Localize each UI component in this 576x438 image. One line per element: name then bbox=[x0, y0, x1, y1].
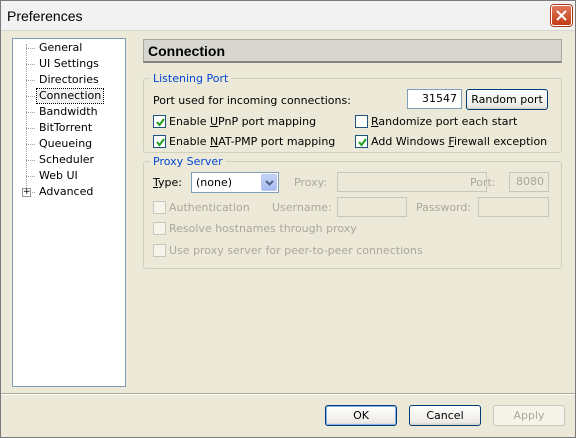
tree-branch bbox=[26, 128, 35, 129]
proxy-p2p-label: Use proxy server for peer-to-peer connec… bbox=[169, 244, 423, 257]
expand-advanced-icon[interactable]: + bbox=[22, 188, 31, 197]
sidebar-item-general[interactable]: General bbox=[37, 41, 84, 55]
natpmp-checkbox[interactable] bbox=[153, 135, 166, 148]
randomize-port-label[interactable]: Randomize port each start bbox=[371, 115, 517, 128]
sidebar-item-scheduler[interactable]: Scheduler bbox=[37, 153, 96, 167]
proxy-password-input[interactable] bbox=[478, 197, 549, 217]
footer-divider bbox=[1, 393, 575, 395]
proxy-type-value: (none) bbox=[196, 176, 233, 189]
listening-port-group: Listening Port Port used for incoming co… bbox=[143, 72, 562, 153]
close-button[interactable] bbox=[551, 5, 572, 26]
preferences-window: Preferences General UI Settings Director… bbox=[0, 0, 576, 438]
tree-branch bbox=[26, 80, 35, 81]
proxy-authentication-label: Authentication bbox=[169, 201, 250, 214]
upnp-checkbox[interactable] bbox=[153, 115, 166, 128]
page-title: Connection bbox=[148, 43, 225, 59]
proxy-password-label: Password: bbox=[416, 201, 472, 214]
sidebar-item-advanced[interactable]: Advanced bbox=[37, 185, 95, 199]
tree-branch bbox=[26, 96, 35, 97]
ok-button[interactable]: OK bbox=[325, 405, 397, 426]
proxy-p2p-checkbox[interactable] bbox=[153, 244, 166, 257]
tree-branch bbox=[26, 144, 35, 145]
proxy-server-group: Proxy Server Type: (none) Proxy: Port: 8… bbox=[143, 155, 562, 269]
sidebar-item-directories[interactable]: Directories bbox=[37, 73, 101, 87]
proxy-type-label: Type: bbox=[153, 176, 182, 189]
apply-button[interactable]: Apply bbox=[493, 405, 565, 426]
firewall-exception-label[interactable]: Add Windows Firewall exception bbox=[371, 135, 547, 148]
proxy-server-legend: Proxy Server bbox=[150, 155, 226, 168]
checkmark-icon bbox=[156, 138, 165, 147]
proxy-username-input[interactable] bbox=[337, 197, 407, 217]
resolve-hostnames-checkbox[interactable] bbox=[153, 222, 166, 235]
tree-guide-line bbox=[26, 44, 27, 194]
incoming-port-label: Port used for incoming connections: bbox=[153, 94, 351, 107]
checkmark-icon bbox=[156, 118, 165, 127]
sidebar-item-ui-settings[interactable]: UI Settings bbox=[37, 57, 101, 71]
incoming-port-input[interactable]: 31547 bbox=[407, 89, 462, 109]
tree-branch bbox=[26, 64, 35, 65]
randomize-port-checkbox[interactable] bbox=[355, 115, 368, 128]
proxy-port-label: Port: bbox=[470, 176, 496, 189]
proxy-host-input[interactable] bbox=[337, 172, 487, 192]
cancel-button[interactable]: Cancel bbox=[409, 405, 481, 426]
proxy-authentication-checkbox[interactable] bbox=[153, 201, 166, 214]
upnp-label[interactable]: Enable UPnP port mapping bbox=[169, 115, 316, 128]
page-header: Connection bbox=[143, 39, 562, 63]
sidebar-item-queueing[interactable]: Queueing bbox=[37, 137, 94, 151]
sidebar-item-bittorrent[interactable]: BitTorrent bbox=[37, 121, 94, 135]
close-icon bbox=[556, 10, 567, 21]
tree-branch bbox=[26, 160, 35, 161]
natpmp-label[interactable]: Enable NAT-PMP port mapping bbox=[169, 135, 335, 148]
title-bar[interactable]: Preferences bbox=[1, 1, 575, 31]
proxy-type-select[interactable]: (none) bbox=[191, 172, 279, 193]
sidebar-item-bandwidth[interactable]: Bandwidth bbox=[37, 105, 100, 119]
tree-branch bbox=[26, 112, 35, 113]
firewall-exception-checkbox[interactable] bbox=[355, 135, 368, 148]
listening-port-legend: Listening Port bbox=[150, 72, 232, 85]
chevron-down-icon bbox=[265, 180, 274, 186]
proxy-port-input[interactable]: 8080 bbox=[509, 172, 549, 192]
proxy-username-label: Username: bbox=[272, 201, 332, 214]
proxy-host-label: Proxy: bbox=[294, 176, 328, 189]
tree-branch bbox=[26, 176, 35, 177]
preferences-tree[interactable]: General UI Settings Directories Connecti… bbox=[12, 38, 126, 387]
sidebar-item-connection[interactable]: Connection bbox=[35, 88, 105, 104]
resolve-hostnames-label: Resolve hostnames through proxy bbox=[169, 222, 357, 235]
sidebar-item-web-ui[interactable]: Web UI bbox=[37, 169, 80, 183]
checkmark-icon bbox=[358, 138, 367, 147]
dropdown-button[interactable] bbox=[261, 174, 277, 191]
random-port-button[interactable]: Random port bbox=[466, 89, 548, 110]
tree-branch bbox=[26, 48, 35, 49]
window-title: Preferences bbox=[7, 8, 83, 24]
